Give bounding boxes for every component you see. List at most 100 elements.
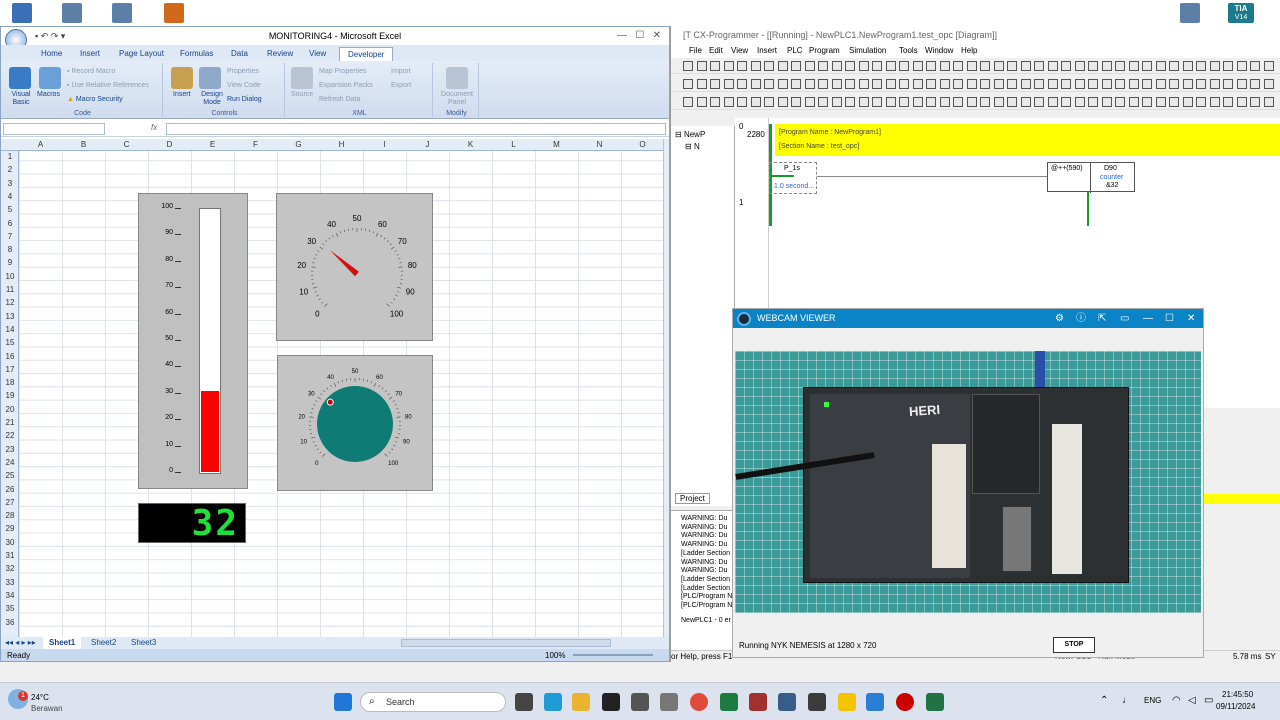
column-header[interactable]: O <box>621 139 664 151</box>
clock-date[interactable]: 09/11/2024 <box>1216 702 1255 711</box>
row-header[interactable]: 12 <box>1 298 19 307</box>
toolbar-button-icon[interactable] <box>980 79 990 89</box>
toolbar-button-icon[interactable] <box>1047 79 1058 89</box>
webcam-app-taskbar-icon[interactable] <box>602 693 620 711</box>
toolbar-button-icon[interactable] <box>1007 61 1017 71</box>
row-header[interactable]: 15 <box>1 338 19 347</box>
row-header[interactable]: 22 <box>1 431 19 440</box>
view-code-button[interactable]: View Code <box>227 82 261 89</box>
row-header[interactable]: 34 <box>1 591 19 600</box>
row-header[interactable]: 3 <box>1 179 19 188</box>
toolbar-button-icon[interactable] <box>1169 79 1179 89</box>
toolbar-button-icon[interactable] <box>1155 79 1166 89</box>
toolbar-button-icon[interactable] <box>1169 61 1179 71</box>
row-header[interactable]: 13 <box>1 312 19 321</box>
toolbar-button-icon[interactable] <box>1101 79 1112 89</box>
recycle-bin-icon[interactable] <box>12 3 32 23</box>
toolbar-button-icon[interactable] <box>926 61 936 71</box>
column-header[interactable]: C <box>105 139 148 151</box>
document-panel-icon[interactable] <box>446 67 468 89</box>
toolbar-button-icon[interactable] <box>912 79 923 89</box>
toolbar-button-icon[interactable] <box>980 97 990 107</box>
row-header[interactable]: 33 <box>1 578 19 587</box>
source-button[interactable]: Source <box>291 91 313 98</box>
toolbar-button-icon[interactable] <box>872 97 882 107</box>
document-panel-button[interactable]: Document Panel <box>437 91 477 107</box>
app-taskbar-icon[interactable] <box>808 693 826 711</box>
column-header[interactable]: K <box>449 139 492 151</box>
toolbar-button-icon[interactable] <box>804 79 815 89</box>
toolbar-button-icon[interactable] <box>1115 61 1125 71</box>
toolbar-button-icon[interactable] <box>1088 79 1098 89</box>
tray-arrow-icon[interactable]: ⌃ <box>1100 695 1108 706</box>
toolbar-button-icon[interactable] <box>993 61 1004 71</box>
toolbar-button-icon[interactable] <box>966 79 977 89</box>
row-header[interactable]: 30 <box>1 538 19 547</box>
toolbar-button-icon[interactable] <box>953 97 963 107</box>
sticky-notes-icon[interactable] <box>838 693 856 711</box>
toolbar-button-icon[interactable] <box>1074 79 1085 89</box>
toolbar-button-icon[interactable] <box>939 61 950 71</box>
toolbar-button-icon[interactable] <box>818 61 828 71</box>
cx-menu-item[interactable]: Insert <box>757 46 777 55</box>
toolbar-button-icon[interactable] <box>818 97 828 107</box>
toolbar-button-icon[interactable] <box>1061 61 1071 71</box>
file-explorer-icon[interactable] <box>572 693 590 711</box>
record-icon[interactable] <box>896 693 914 711</box>
tab-developer[interactable]: Developer <box>339 47 394 61</box>
toolbar-button-icon[interactable] <box>966 97 977 107</box>
design-mode-icon[interactable] <box>199 67 221 89</box>
vertical-scrollbar[interactable] <box>663 139 669 637</box>
clock-time[interactable]: 21:45:50 <box>1222 690 1253 699</box>
toolbar-button-icon[interactable] <box>777 79 788 89</box>
tab-review[interactable]: Review <box>267 47 293 61</box>
toolbar-button-icon[interactable] <box>1250 97 1260 107</box>
toolbar-button-icon[interactable] <box>899 61 909 71</box>
column-header[interactable]: H <box>320 139 363 151</box>
toolbar-button-icon[interactable] <box>845 61 855 71</box>
tree-root[interactable]: ⊟ NewP <box>675 130 705 139</box>
toolbar-button-icon[interactable] <box>872 61 882 71</box>
macro-security-button[interactable]: ▲ Macro Security <box>67 96 123 103</box>
column-header[interactable]: L <box>492 139 535 151</box>
toolbar-button-icon[interactable] <box>1020 79 1031 89</box>
toolbar-button-icon[interactable] <box>683 97 693 107</box>
toolbar-button-icon[interactable] <box>1236 79 1247 89</box>
toolbar-button-icon[interactable] <box>1155 97 1166 107</box>
toolbar-button-icon[interactable] <box>1034 61 1044 71</box>
toolbar-button-icon[interactable] <box>1223 79 1233 89</box>
window-controls[interactable]: — ☐ ✕ <box>617 27 661 45</box>
sheet-nav-buttons[interactable]: ◂◂ ◂ ▸ ▸▸ <box>5 637 36 649</box>
column-header[interactable]: F <box>234 139 277 151</box>
row-header[interactable]: 2 <box>1 165 19 174</box>
excel-icon[interactable] <box>720 693 738 711</box>
toolbar-button-icon[interactable] <box>737 79 747 89</box>
knob-dial[interactable]: 0 10 20 30 40 50 60 70 80 90 100 <box>278 356 434 492</box>
toolbar-button-icon[interactable] <box>1263 61 1274 71</box>
column-header[interactable]: M <box>535 139 578 151</box>
tia-portal-icon[interactable]: TIA V14 <box>1228 3 1254 23</box>
app-taskbar-icon[interactable] <box>778 693 796 711</box>
toolbar-button-icon[interactable] <box>953 79 963 89</box>
row-header[interactable]: 31 <box>1 551 19 560</box>
toolbar-button-icon[interactable] <box>899 79 909 89</box>
row-header[interactable]: 9 <box>1 258 19 267</box>
macros-icon[interactable] <box>39 67 61 89</box>
toolbar-button-icon[interactable] <box>1142 79 1152 89</box>
map-properties-button[interactable]: Map Properties <box>319 68 366 75</box>
microphone-icon[interactable]: ♩ <box>1122 695 1132 706</box>
toolbar-button-icon[interactable] <box>696 97 707 107</box>
toolbar-button-icon[interactable] <box>1209 97 1220 107</box>
calculator-icon[interactable] <box>631 693 649 711</box>
toolbar-button-icon[interactable] <box>858 97 869 107</box>
row-header[interactable]: 14 <box>1 325 19 334</box>
settings-icon[interactable]: ⚙ <box>1055 309 1064 328</box>
toolbar-button-icon[interactable] <box>912 97 923 107</box>
cx-menu-item[interactable]: View <box>731 46 748 55</box>
toolbar-button-icon[interactable] <box>939 97 950 107</box>
desktop-app-icon[interactable] <box>164 3 184 23</box>
toolbar-button-icon[interactable] <box>1263 79 1274 89</box>
toolbar-button-icon[interactable] <box>804 61 815 71</box>
volume-icon[interactable]: ◁ <box>1188 695 1196 706</box>
app-taskbar-icon[interactable] <box>660 693 678 711</box>
